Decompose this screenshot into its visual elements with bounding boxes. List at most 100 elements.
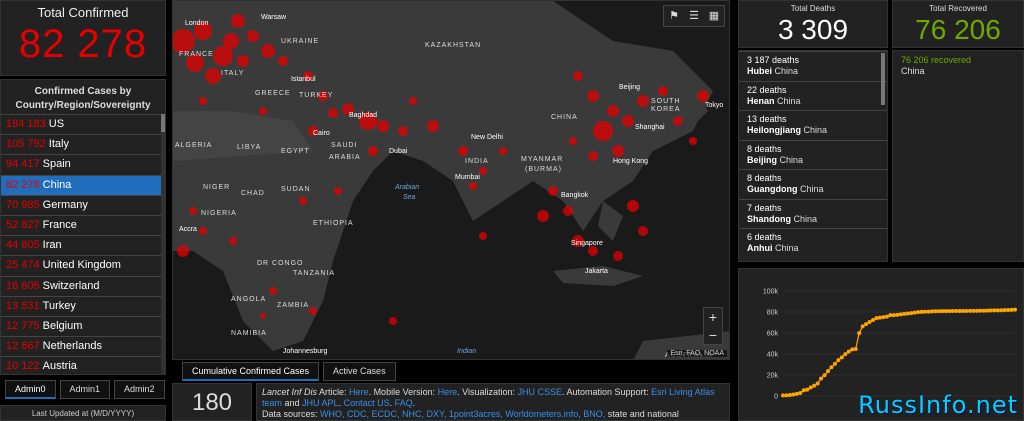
case-bubble[interactable] (593, 121, 613, 141)
jhu-apl-link[interactable]: JHU APL (302, 398, 339, 408)
jhu-csse-link[interactable]: JHU CSSE (518, 387, 563, 397)
death-row[interactable]: 8 deaths Beijing China (739, 139, 887, 170)
case-bubble[interactable] (223, 33, 239, 49)
case-bubble[interactable] (259, 107, 267, 115)
map-label: ZAMBIA (277, 302, 309, 309)
case-bubble[interactable] (697, 90, 709, 102)
death-region: Heilongjiang (747, 125, 801, 135)
death-row[interactable]: 3 187 deaths Hubei China (739, 51, 887, 81)
case-bubble[interactable] (588, 246, 598, 256)
death-row[interactable]: 6 deaths Anhui China (739, 228, 887, 258)
country-row[interactable]: 12 775 Belgium (1, 315, 163, 336)
case-bubble[interactable] (587, 90, 599, 102)
mobile-link[interactable]: Here (438, 387, 458, 397)
case-bubble[interactable] (260, 313, 266, 319)
country-row[interactable]: 94 417 Spain (1, 154, 163, 174)
case-bubble[interactable] (389, 317, 397, 325)
case-bubble[interactable] (368, 146, 378, 156)
case-bubble[interactable] (612, 145, 624, 157)
deaths-list[interactable]: 3 187 deaths Hubei China 22 deaths Henan Ch… (738, 50, 888, 262)
case-bubble[interactable] (229, 237, 237, 245)
case-bubble[interactable] (199, 97, 207, 105)
case-bubble[interactable] (607, 105, 619, 117)
case-bubble[interactable] (334, 187, 342, 195)
world-map[interactable]: Warsaw UKRAINE KAZAKHSTAN London FRANCE ITALY… (173, 1, 730, 360)
data-sources-link[interactable]: WHO, CDC, ECDC, NHC, DXY, 1point3acres, … (320, 409, 605, 419)
country-row[interactable]: 13 531 Turkey (1, 295, 163, 316)
death-row[interactable]: 8 deaths Guangdong China (739, 169, 887, 199)
map-view[interactable]: Warsaw UKRAINE KAZAKHSTAN London FRANCE ITALY… (172, 0, 730, 360)
tab-admin0[interactable]: Admin0 (5, 380, 56, 399)
list-icon[interactable]: ☰ (684, 6, 704, 26)
case-bubble[interactable] (189, 207, 197, 215)
tab-admin1[interactable]: Admin1 (59, 380, 111, 399)
contact-link[interactable]: Contact US (344, 398, 390, 408)
case-bubble[interactable] (479, 167, 487, 175)
grid-icon[interactable]: ▦ (704, 6, 724, 26)
case-bubble[interactable] (261, 44, 275, 58)
case-bubble[interactable] (328, 108, 338, 118)
case-bubble[interactable] (177, 245, 189, 257)
case-bubble[interactable] (278, 56, 288, 66)
country-row[interactable]: 82 278 China (1, 174, 163, 195)
country-row[interactable]: 12 667 Netherlands (1, 336, 163, 356)
case-bubble[interactable] (622, 115, 634, 127)
case-bubble[interactable] (213, 46, 233, 66)
case-bubble[interactable] (658, 86, 668, 96)
country-row[interactable]: 25 474 United Kingdom (1, 255, 163, 275)
country-row[interactable]: 16 605 Switzerland (1, 275, 163, 296)
case-bubble[interactable] (673, 116, 683, 126)
tab-cumulative-confirmed[interactable]: Cumulative Confirmed Cases (182, 362, 320, 381)
case-bubble[interactable] (689, 137, 697, 145)
country-row[interactable]: 10 122 Austria (1, 356, 163, 374)
case-bubble[interactable] (569, 137, 577, 145)
case-bubble[interactable] (613, 251, 623, 261)
case-bubble[interactable] (199, 227, 207, 235)
article-link[interactable]: Here (349, 387, 369, 397)
country-row[interactable]: 105 792 Italy (1, 134, 163, 154)
y-tick-label: 80k (767, 310, 779, 317)
death-row[interactable]: 7 deaths Shandong China (739, 198, 887, 229)
case-bubble[interactable] (205, 68, 221, 84)
bookmark-icon[interactable]: ⚑ (664, 6, 684, 26)
case-bubble[interactable] (231, 14, 245, 28)
death-row[interactable]: 13 deaths Heilongjiang China (739, 110, 887, 140)
case-bubble[interactable] (299, 197, 307, 205)
country-row[interactable]: 184 183 US (1, 114, 163, 134)
country-row[interactable]: 44 605 Iran (1, 235, 163, 255)
case-bubble[interactable] (237, 55, 249, 67)
case-bubble[interactable] (398, 126, 408, 136)
death-location: Guangdong China (747, 184, 879, 195)
country-list-scrollbar[interactable] (161, 114, 165, 374)
tab-active-cases[interactable]: Active Cases (323, 362, 396, 381)
zoom-in-button[interactable]: + (704, 308, 722, 326)
case-bubble[interactable] (588, 151, 598, 161)
case-bubble[interactable] (637, 95, 649, 107)
case-bubble[interactable] (573, 71, 583, 81)
case-bubble[interactable] (479, 232, 487, 240)
case-bubble[interactable] (409, 97, 417, 105)
case-bubble[interactable] (537, 210, 549, 222)
case-bubble[interactable] (247, 30, 259, 42)
faq-link[interactable]: FAQ (395, 398, 413, 408)
case-bubble[interactable] (638, 226, 648, 236)
deaths-scrollbar[interactable] (881, 53, 885, 105)
country-row[interactable]: 52 827 France (1, 214, 163, 235)
country-list[interactable]: 184 183 US 105 792 Italy 94 417 Spain 82 278 Ch… (1, 114, 163, 374)
zoom-out-button[interactable]: − (704, 326, 722, 344)
case-bubble[interactable] (627, 200, 639, 212)
case-bubble[interactable] (458, 146, 468, 156)
death-row[interactable]: 22 deaths Henan China (739, 80, 887, 111)
case-bubble[interactable] (548, 186, 558, 196)
case-bubble[interactable] (499, 147, 507, 155)
tab-admin2[interactable]: Admin2 (114, 380, 165, 399)
case-bubble[interactable] (469, 182, 477, 190)
case-bubble[interactable] (427, 120, 439, 132)
total-deaths-label: Total Deaths (790, 4, 836, 13)
scrollbar-thumb[interactable] (161, 114, 165, 132)
case-bubble[interactable] (377, 120, 389, 132)
case-bubble[interactable] (563, 206, 573, 216)
case-bubble[interactable] (309, 307, 317, 315)
country-row[interactable]: 70 985 Germany (1, 194, 163, 215)
case-bubble[interactable] (269, 287, 277, 295)
